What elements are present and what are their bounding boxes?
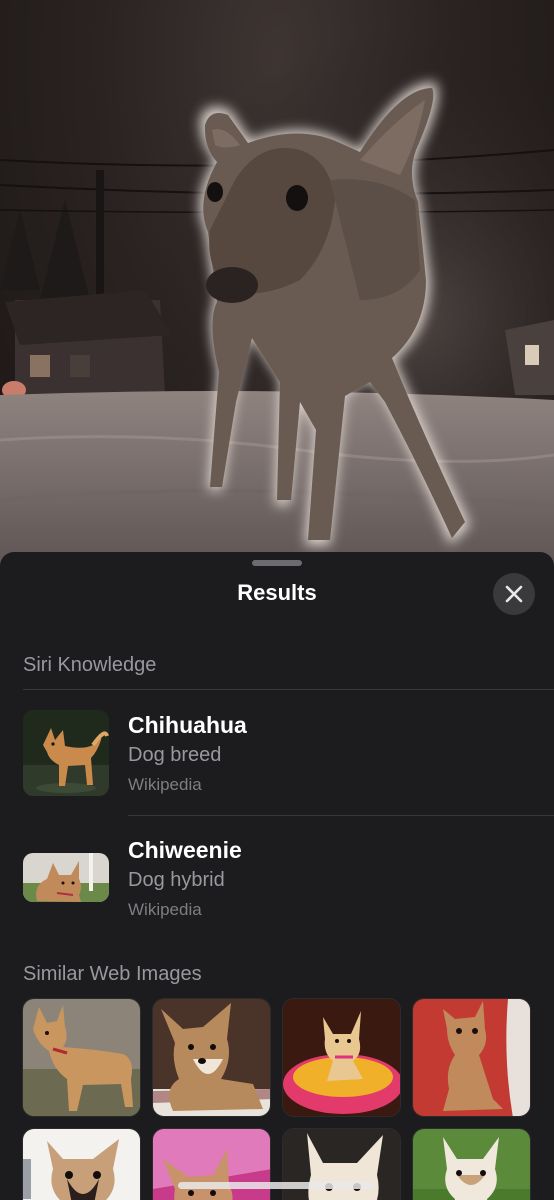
web-image[interactable] — [282, 1128, 401, 1200]
web-image[interactable] — [22, 998, 141, 1117]
grabber-handle[interactable] — [252, 560, 302, 566]
result-row-chiweenie[interactable]: Chiweenie Dog hybrid Wikipedia — [0, 827, 554, 927]
sheet-title: Results — [237, 580, 317, 605]
chihuahua-thumbnail — [23, 710, 109, 796]
web-image[interactable] — [22, 1128, 141, 1200]
result-row-chihuahua[interactable]: Chihuahua Dog breed Wikipedia — [0, 702, 554, 802]
deer-photo — [0, 0, 554, 575]
web-image[interactable] — [282, 998, 401, 1117]
result-subtitle: Dog hybrid — [128, 869, 225, 891]
chihuahua-image — [23, 710, 109, 796]
close-button[interactable] — [493, 573, 535, 615]
home-indicator[interactable] — [178, 1182, 374, 1189]
web-image[interactable] — [412, 998, 531, 1117]
web-image[interactable] — [152, 1128, 271, 1200]
dog-image — [283, 999, 400, 1116]
result-source: Wikipedia — [128, 900, 202, 919]
chiweenie-thumbnail — [23, 853, 109, 902]
dog-image — [153, 1129, 270, 1200]
dog-image — [283, 1129, 400, 1200]
dog-image — [413, 999, 530, 1116]
results-sheet: Results Siri Knowledge Chihuahua Dog bre… — [0, 552, 554, 1200]
result-title: Chiweenie — [128, 837, 242, 863]
dog-image — [153, 999, 270, 1116]
dog-image — [23, 999, 140, 1116]
siri-knowledge-header: Siri Knowledge — [23, 654, 157, 676]
close-icon — [505, 585, 523, 603]
divider — [128, 815, 554, 816]
web-image[interactable] — [412, 1128, 531, 1200]
chiweenie-image — [23, 853, 109, 902]
result-title: Chihuahua — [128, 712, 247, 738]
result-source: Wikipedia — [128, 775, 202, 794]
divider — [23, 689, 554, 690]
result-subtitle: Dog breed — [128, 744, 222, 766]
dog-image — [23, 1129, 140, 1200]
dog-image — [413, 1129, 530, 1200]
photo-subject-view[interactable] — [0, 0, 554, 575]
web-image[interactable] — [152, 998, 271, 1117]
similar-web-images-header: Similar Web Images — [23, 963, 202, 985]
